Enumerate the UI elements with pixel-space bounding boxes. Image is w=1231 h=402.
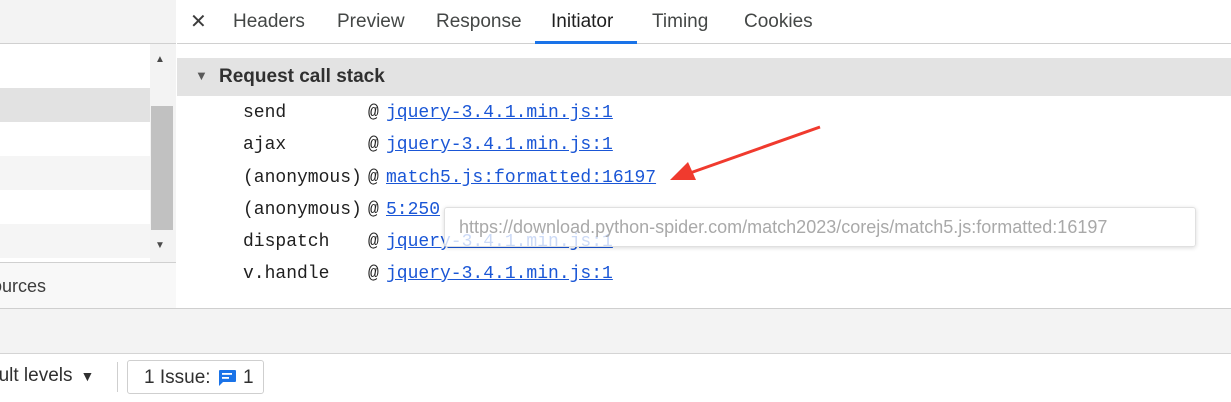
at-symbol: @	[368, 232, 379, 252]
at-symbol: @	[368, 103, 379, 123]
request-row[interactable]	[0, 190, 150, 224]
issues-count: 1	[243, 367, 254, 388]
link-tooltip: https://download.python-spider.com/match…	[444, 207, 1196, 247]
scroll-up-icon[interactable]: ▲	[155, 54, 165, 65]
drawer-separator	[0, 308, 1231, 354]
tab-timing[interactable]: Timing	[652, 11, 708, 33]
scroll-down-icon[interactable]: ▼	[155, 240, 165, 251]
request-list-panel: ▲ ▼ ources	[0, 0, 176, 308]
source-link[interactable]: jquery-3.4.1.min.js:1	[386, 103, 613, 123]
tab-initiator[interactable]: Initiator	[551, 11, 613, 33]
at-symbol: @	[368, 264, 379, 284]
active-tab-indicator	[535, 41, 637, 44]
at-symbol: @	[368, 200, 379, 220]
request-row[interactable]	[0, 122, 150, 156]
sources-summary: ources	[0, 262, 176, 308]
issues-label: 1 Issue:	[144, 367, 211, 388]
source-link[interactable]: 5:250	[386, 200, 440, 220]
function-name: dispatch	[243, 232, 330, 252]
request-row-selected[interactable]	[0, 88, 150, 122]
console-toolbar: ault levels ▼ 1 Issue: 1	[0, 354, 1231, 402]
request-call-stack-header[interactable]: ▼ Request call stack	[177, 58, 1231, 96]
log-levels-label: ault levels	[0, 365, 73, 386]
function-name: (anonymous)	[243, 200, 362, 220]
request-list-header	[0, 0, 176, 44]
tab-cookies[interactable]: Cookies	[744, 11, 813, 33]
function-name: ajax	[243, 135, 287, 155]
close-icon[interactable]: ✕	[190, 9, 207, 34]
collapse-triangle-icon[interactable]: ▼	[195, 68, 208, 83]
tooltip-url: https://download.python-spider.com/match…	[459, 217, 1108, 237]
log-levels-dropdown[interactable]: ault levels ▼	[0, 365, 94, 387]
chevron-down-icon: ▼	[80, 368, 95, 384]
request-row[interactable]	[0, 156, 150, 190]
request-row[interactable]	[0, 54, 150, 88]
source-link[interactable]: jquery-3.4.1.min.js:1	[386, 264, 613, 284]
request-row[interactable]	[0, 224, 150, 258]
tab-response[interactable]: Response	[436, 11, 522, 33]
at-symbol: @	[368, 168, 379, 188]
tab-headers[interactable]: Headers	[233, 11, 305, 33]
section-title: Request call stack	[219, 66, 385, 87]
request-list	[0, 54, 150, 260]
source-link[interactable]: jquery-3.4.1.min.js:1	[386, 135, 613, 155]
issues-button[interactable]: 1 Issue: 1	[127, 360, 264, 394]
scroll-thumb[interactable]	[151, 106, 173, 230]
sources-label: ources	[0, 276, 47, 296]
source-link[interactable]: match5.js:formatted:16197	[386, 168, 656, 188]
toolbar-divider	[117, 362, 118, 392]
red-arrow-annotation-icon	[670, 125, 821, 180]
at-symbol: @	[368, 135, 379, 155]
function-name: send	[243, 103, 287, 123]
message-icon	[219, 370, 236, 386]
request-list-scrollbar[interactable]: ▲ ▼	[150, 44, 176, 262]
function-name: v.handle	[243, 264, 330, 284]
function-name: (anonymous)	[243, 168, 362, 188]
tab-preview[interactable]: Preview	[337, 11, 405, 33]
detail-tab-bar: ✕ Headers Preview Response Initiator Tim…	[177, 0, 1231, 44]
